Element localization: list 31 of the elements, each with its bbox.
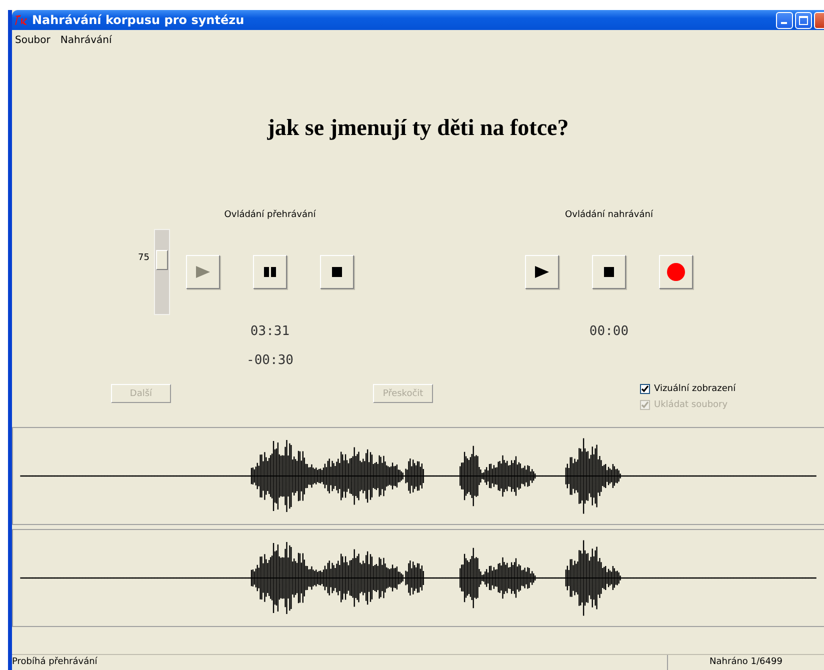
checkbox-label: Vizuální zobrazení bbox=[654, 384, 736, 394]
feather-icon bbox=[14, 14, 28, 26]
section-label: Ovládání přehrávání bbox=[224, 208, 316, 222]
stop-icon bbox=[604, 267, 614, 277]
menu-item[interactable]: Soubor bbox=[15, 34, 50, 46]
checkbox-label: Ukládat soubory bbox=[654, 400, 728, 410]
pause-icon bbox=[264, 267, 276, 277]
recorded-count: Nahráno 1/6499 bbox=[667, 655, 824, 670]
record-icon bbox=[667, 263, 685, 281]
window-title: Nahrávání korpusu pro syntézu bbox=[32, 13, 246, 27]
close-button[interactable] bbox=[814, 12, 824, 28]
minimize-button[interactable] bbox=[776, 12, 793, 28]
time-readout: -00:30 bbox=[246, 352, 294, 370]
maximize-icon bbox=[799, 16, 808, 24]
stop-button[interactable] bbox=[320, 255, 354, 289]
prompt-sentence: jak se jmenují ty děti na fotce? bbox=[267, 114, 569, 140]
stop-icon bbox=[332, 267, 342, 277]
maximize-button[interactable] bbox=[795, 12, 812, 28]
pause-button[interactable] bbox=[253, 255, 287, 289]
volume-reading: 75 bbox=[138, 253, 150, 265]
record-button[interactable] bbox=[659, 255, 693, 289]
play-button[interactable] bbox=[525, 255, 559, 289]
checkbox[interactable] bbox=[640, 384, 650, 394]
time-readout: 00:00 bbox=[589, 323, 629, 341]
play-icon bbox=[535, 266, 549, 278]
menu-item[interactable]: Nahrávání bbox=[60, 34, 112, 46]
stop-button[interactable] bbox=[592, 255, 626, 289]
time-readout: 03:31 bbox=[250, 323, 290, 341]
section-label: Ovládání nahrávání bbox=[565, 208, 653, 222]
status-message: Probíhá přehrávání bbox=[12, 656, 98, 669]
play-icon bbox=[196, 266, 210, 278]
